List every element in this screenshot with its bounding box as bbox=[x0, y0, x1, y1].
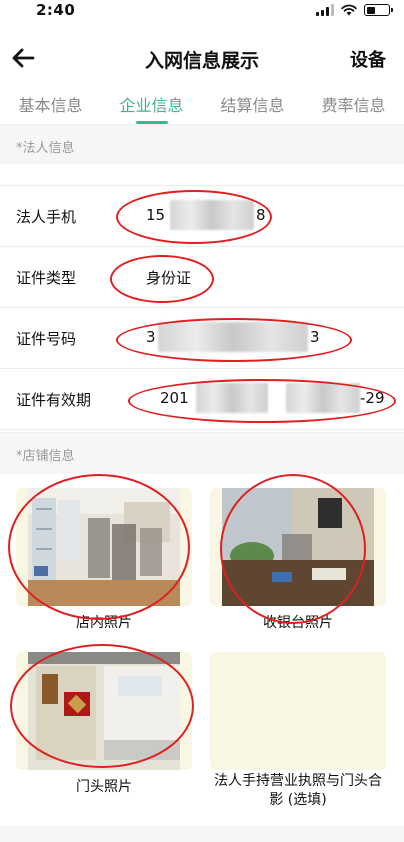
storefront-image bbox=[28, 652, 180, 770]
storefront-caption: 门头照片 bbox=[76, 779, 132, 795]
store-info-section-header: *店铺信息 bbox=[0, 432, 404, 474]
legal-info-section-title: *法人信息 bbox=[16, 141, 75, 156]
id-validity-label: 证件有效期 bbox=[16, 391, 92, 409]
id-validity-row: 证件有效期 201 -29 bbox=[0, 369, 404, 430]
cashier-desk-photo[interactable] bbox=[210, 488, 386, 606]
legal-with-license-photo-placeholder[interactable] bbox=[210, 652, 386, 770]
redacted-validity-start-blur bbox=[196, 383, 268, 413]
legal-info-section-header: *法人信息 bbox=[0, 124, 404, 164]
cellular-signal-icon bbox=[316, 4, 334, 16]
store-interior-image bbox=[28, 488, 180, 606]
page-title: 入网信息展示 bbox=[144, 50, 259, 72]
wifi-icon bbox=[341, 4, 357, 16]
legal-phone-label: 法人手机 bbox=[16, 208, 77, 226]
tab-enterprise-info[interactable]: 企业信息 bbox=[101, 84, 202, 124]
navigation-bar: 入网信息展示 设备 bbox=[0, 36, 404, 80]
tab-bar: 基本信息 企业信息 结算信息 费率信息 bbox=[0, 84, 404, 124]
redacted-validity-end-blur bbox=[286, 383, 360, 413]
id-validity-value-end: -29 bbox=[360, 389, 385, 407]
status-icons bbox=[316, 4, 393, 16]
status-bar: 2:40 bbox=[0, 0, 404, 22]
cashier-desk-caption: 收银台照片 bbox=[263, 615, 333, 631]
redacted-id-blur bbox=[158, 322, 308, 352]
store-info-section-title: *店铺信息 bbox=[16, 449, 75, 464]
tab-settlement-info[interactable]: 结算信息 bbox=[202, 84, 303, 124]
section-spacer bbox=[0, 164, 404, 186]
store-interior-caption: 店内照片 bbox=[76, 615, 132, 631]
store-interior-photo[interactable] bbox=[16, 488, 192, 606]
device-button[interactable]: 设备 bbox=[350, 46, 386, 72]
store-photo-grid: 店内照片 收银台照片 门头照片 法人手持营业执照与门头合影 (选填) bbox=[0, 474, 404, 842]
legal-phone-row: 法人手机 15 8 bbox=[0, 186, 404, 247]
id-number-value-start: 3 bbox=[146, 328, 156, 346]
legal-phone-value-start: 15 bbox=[146, 206, 166, 224]
storefront-photo[interactable] bbox=[16, 652, 192, 770]
tab-basic-info[interactable]: 基本信息 bbox=[0, 84, 101, 124]
id-number-label: 证件号码 bbox=[16, 330, 77, 348]
tab-rate-info[interactable]: 费率信息 bbox=[303, 84, 404, 124]
id-validity-value-start: 201 bbox=[160, 389, 189, 407]
redacted-phone-blur bbox=[170, 200, 254, 230]
status-time: 2:40 bbox=[36, 1, 76, 19]
id-type-label: 证件类型 bbox=[16, 269, 77, 287]
legal-phone-value-end: 8 bbox=[256, 206, 266, 224]
id-type-value: 身份证 bbox=[146, 269, 192, 287]
id-type-row: 证件类型 身份证 bbox=[0, 247, 404, 308]
battery-icon bbox=[364, 4, 393, 16]
cashier-desk-image bbox=[222, 488, 374, 606]
bottom-spacer bbox=[0, 826, 404, 842]
legal-with-license-caption: 法人手持营业执照与门头合影 (选填) bbox=[214, 773, 382, 808]
id-number-row: 证件号码 3 3 bbox=[0, 308, 404, 369]
id-number-value-end: 3 bbox=[310, 328, 320, 346]
